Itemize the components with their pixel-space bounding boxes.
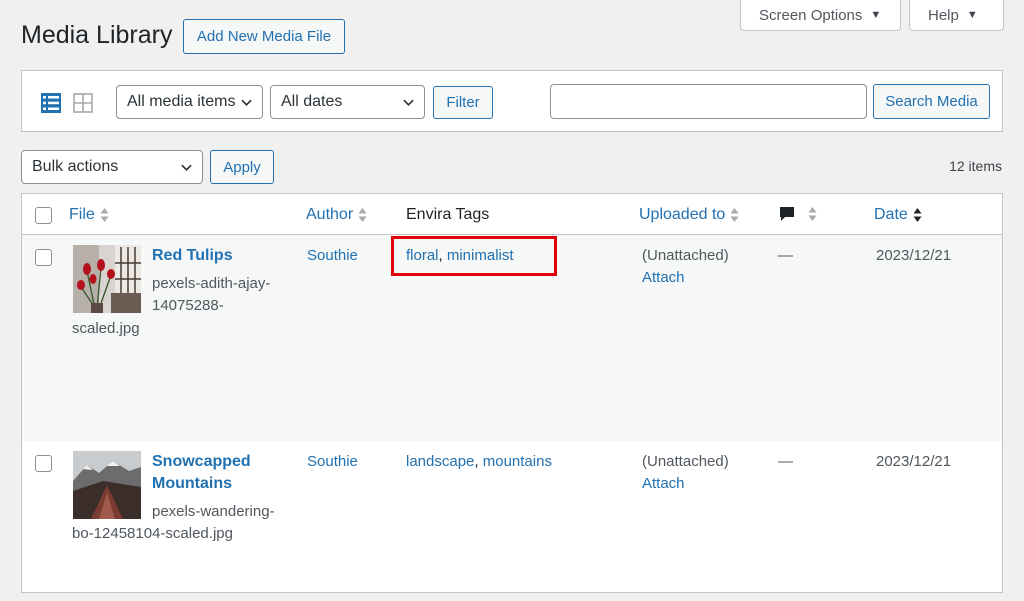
- help-label: Help: [928, 6, 959, 24]
- dates-value: All dates: [281, 93, 343, 110]
- media-filter-bar: All media items All dates Filter Search …: [21, 70, 1003, 132]
- table-header: File Author Envira Tags Uploaded to Date: [22, 194, 1002, 235]
- comments-count: —: [778, 453, 793, 470]
- apply-button[interactable]: Apply: [210, 150, 274, 184]
- uploaded-to-status: (Unattached): [642, 453, 729, 470]
- table-row: Snowcapped Mountains pexels-wandering- b…: [22, 441, 1002, 601]
- envira-tags-cell: landscape, mountains: [406, 453, 552, 470]
- column-uploaded-to-label: Uploaded to: [639, 206, 726, 223]
- caret-down-icon: ▼: [966, 9, 978, 21]
- column-envira-tags-label: Envira Tags: [406, 206, 490, 223]
- sort-descending-icon: [913, 208, 922, 222]
- date-cell: 2023/12/21: [876, 247, 952, 264]
- media-type-value: All media items: [127, 93, 236, 110]
- grid-view-icon[interactable]: [73, 93, 93, 113]
- column-file[interactable]: File: [69, 206, 109, 224]
- column-date[interactable]: Date: [874, 206, 922, 224]
- select-all-checkbox[interactable]: [35, 207, 52, 224]
- attach-link[interactable]: Attach: [642, 267, 685, 289]
- row-checkbox[interactable]: [35, 455, 52, 472]
- search-media-button[interactable]: Search Media: [873, 84, 990, 119]
- highlight-annotation-box: [391, 236, 557, 276]
- comments-count: —: [778, 247, 793, 264]
- sort-icon: [808, 207, 817, 221]
- thumbnail-snowcapped-mountains[interactable]: [73, 451, 141, 519]
- tag-link[interactable]: mountains: [483, 453, 552, 470]
- snowcapped-mountains-image: [73, 451, 141, 519]
- attach-link[interactable]: Attach: [642, 473, 685, 495]
- tag-link[interactable]: landscape: [406, 453, 474, 470]
- column-file-label: File: [69, 206, 95, 223]
- uploaded-to-status: (Unattached): [642, 247, 729, 264]
- column-comments[interactable]: [779, 206, 817, 222]
- column-date-label: Date: [874, 206, 908, 223]
- file-name-line: scaled.jpg: [72, 320, 140, 337]
- date-cell: 2023/12/21: [876, 453, 952, 470]
- bulk-actions-select[interactable]: Bulk actions: [21, 150, 203, 184]
- chevron-down-icon: [181, 164, 192, 171]
- file-name-line: pexels-adith-ajay-: [152, 275, 271, 292]
- items-count: 12 items: [949, 158, 1002, 174]
- file-title-link[interactable]: Red Tulips: [152, 245, 292, 267]
- dates-select[interactable]: All dates: [270, 85, 425, 119]
- help-button[interactable]: Help ▼: [909, 0, 1004, 31]
- file-cell: Red Tulips: [152, 245, 292, 267]
- chevron-down-icon: [241, 99, 252, 106]
- row-checkbox[interactable]: [35, 249, 52, 266]
- author-link[interactable]: Southie: [307, 451, 358, 473]
- media-type-select[interactable]: All media items: [116, 85, 263, 119]
- column-author[interactable]: Author: [306, 206, 367, 224]
- filter-button[interactable]: Filter: [433, 86, 493, 119]
- author-link[interactable]: Southie: [307, 245, 358, 267]
- screen-meta-links: Screen Options ▼ Help ▼: [740, 0, 1004, 31]
- sort-icon: [358, 208, 367, 222]
- file-title-link[interactable]: Snowcapped: [152, 451, 251, 473]
- column-uploaded-to[interactable]: Uploaded to: [639, 206, 739, 224]
- page-title: Media Library: [21, 21, 173, 49]
- media-table: File Author Envira Tags Uploaded to Date: [21, 193, 1003, 593]
- column-envira-tags: Envira Tags: [406, 206, 489, 224]
- caret-down-icon: ▼: [870, 9, 882, 21]
- file-name-line: 14075288-: [152, 297, 224, 314]
- red-tulips-image: [73, 245, 141, 313]
- file-name-line: bo-12458104-scaled.jpg: [72, 525, 233, 542]
- chevron-down-icon: [403, 99, 414, 106]
- screen-options-label: Screen Options: [759, 6, 863, 24]
- list-view-icon[interactable]: [41, 93, 61, 113]
- sort-icon: [730, 208, 739, 222]
- bulk-actions-value: Bulk actions: [32, 158, 119, 175]
- sort-icon: [100, 208, 109, 222]
- thumbnail-red-tulips[interactable]: [73, 245, 141, 313]
- search-media-input[interactable]: [550, 84, 867, 119]
- screen-options-button[interactable]: Screen Options ▼: [740, 0, 901, 31]
- file-name-line: pexels-wandering-: [152, 503, 275, 520]
- column-author-label: Author: [306, 206, 354, 223]
- file-title-link-line2[interactable]: Mountains: [152, 473, 232, 495]
- comment-bubble-icon: [780, 207, 794, 221]
- add-new-media-button[interactable]: Add New Media File: [183, 19, 345, 54]
